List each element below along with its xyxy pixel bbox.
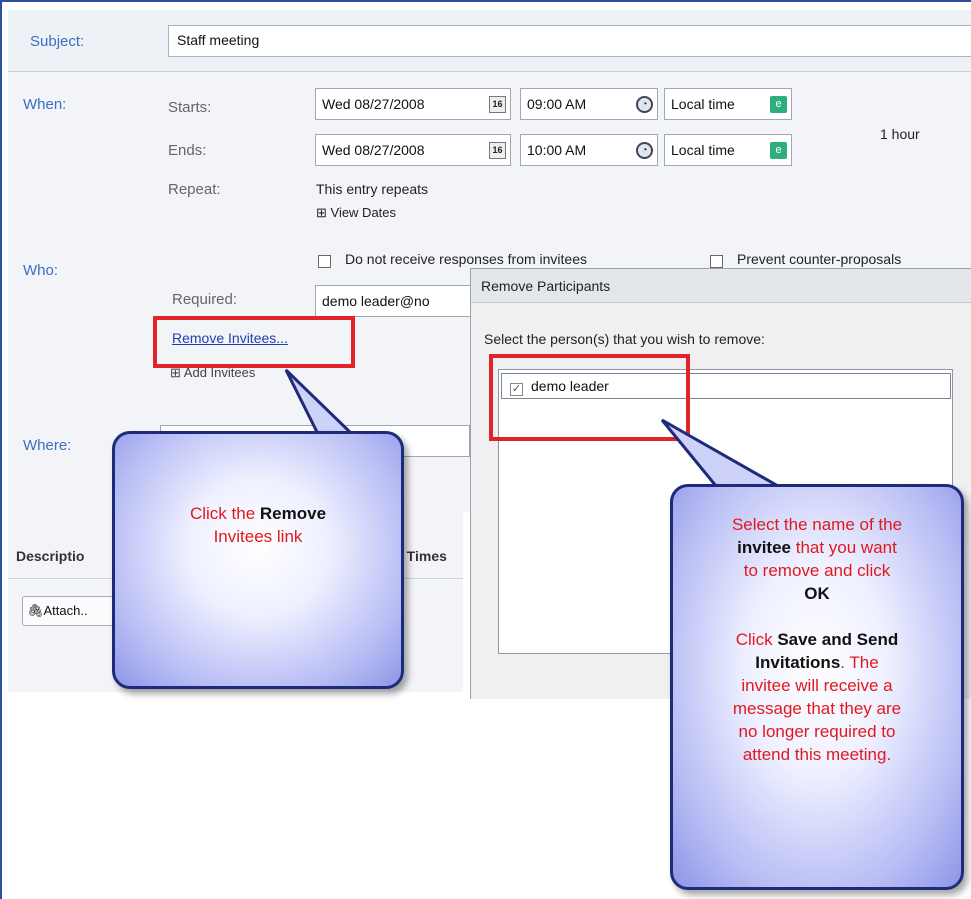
callout-right-p1a: Select the name of the	[731, 515, 903, 534]
required-input[interactable]: demo leader@no	[315, 285, 475, 317]
participant-highlight	[489, 354, 690, 441]
prevent-counter-checkbox[interactable]	[710, 255, 723, 268]
no-responses-label: Do not receive responses from invitees	[345, 251, 587, 267]
clock-icon[interactable]: ◔	[636, 96, 653, 113]
dialog-title: Remove Participants	[471, 269, 971, 303]
calendar-icon[interactable]: 16	[489, 142, 506, 159]
callout-left-line1-bold: Remove	[259, 504, 327, 523]
repeat-label: Repeat:	[168, 181, 221, 198]
callout-right-p2b: Save and Send	[777, 630, 899, 649]
who-label: Who:	[23, 262, 59, 279]
repeat-text: This entry repeats	[316, 181, 429, 197]
end-time-field[interactable]: 10:00 AM ◔	[520, 134, 658, 166]
tab-description[interactable]: Descriptio	[16, 548, 84, 564]
callout-right-p2e: invitee will receive a	[741, 676, 893, 695]
callout-select-invitee: Select the name of the invitee that you …	[670, 484, 964, 890]
callout-right-p1d: to remove and click	[743, 561, 891, 580]
time-zone-icon[interactable]: e	[770, 142, 787, 159]
required-label: Required:	[172, 291, 238, 308]
subject-input[interactable]: Staff meeting	[168, 25, 971, 57]
callout-right-p2d: . The	[840, 653, 879, 672]
callout-right-p2a: Click	[735, 630, 778, 649]
start-time-field[interactable]: 09:00 AM ◔	[520, 88, 658, 120]
starts-label: Starts:	[168, 99, 212, 116]
attach-label: Attach..	[43, 603, 88, 618]
callout-right-ok: OK	[804, 584, 830, 603]
end-time-value: 10:00 AM	[527, 142, 587, 158]
callout-right-p2c: Invitations	[755, 653, 841, 672]
end-date-field[interactable]: Wed 08/27/2008 16	[315, 134, 511, 166]
time-zone-icon[interactable]: e	[770, 96, 787, 113]
remove-invitees-highlight	[153, 316, 355, 368]
view-dates-link[interactable]: ⊞ View Dates	[316, 205, 396, 221]
where-label: Where:	[23, 437, 72, 454]
start-date-field[interactable]: Wed 08/27/2008 16	[315, 88, 511, 120]
subject-label: Subject:	[30, 33, 85, 50]
end-date-value: Wed 08/27/2008	[322, 142, 425, 158]
dialog-instruction: Select the person(s) that you wish to re…	[484, 331, 765, 347]
end-zone-field[interactable]: Local time e	[664, 134, 792, 166]
no-responses-checkbox[interactable]	[318, 255, 331, 268]
when-label: When:	[23, 96, 67, 113]
prevent-counter-label: Prevent counter-proposals	[737, 251, 902, 267]
paperclip-icon: 🖇	[27, 603, 44, 618]
clock-icon[interactable]: ◔	[636, 142, 653, 159]
callout-right-p1b: invitee	[737, 538, 791, 557]
callout-right-p1c: that you want	[791, 538, 897, 557]
duration-text: 1 hour	[880, 126, 920, 142]
subject-row: Subject: Staff meeting	[8, 10, 971, 72]
callout-right-p2f: message that they are	[732, 699, 902, 718]
start-zone-value: Local time	[671, 96, 735, 112]
start-zone-field[interactable]: Local time e	[664, 88, 792, 120]
callout-right-p2h: attend this meeting.	[742, 745, 892, 764]
callout-left-line2: Invitees link	[213, 527, 303, 546]
attach-button[interactable]: 🖇Attach..	[22, 596, 122, 626]
callout-left-line1-pre: Click the	[189, 504, 260, 523]
ends-label: Ends:	[168, 142, 207, 159]
start-time-value: 09:00 AM	[527, 96, 587, 112]
callout-right-p2g: no longer required to	[738, 722, 896, 741]
calendar-icon[interactable]: 16	[489, 96, 506, 113]
end-zone-value: Local time	[671, 142, 735, 158]
callout-remove-invitees: Click the Remove Invitees link	[112, 431, 404, 689]
start-date-value: Wed 08/27/2008	[322, 96, 425, 112]
